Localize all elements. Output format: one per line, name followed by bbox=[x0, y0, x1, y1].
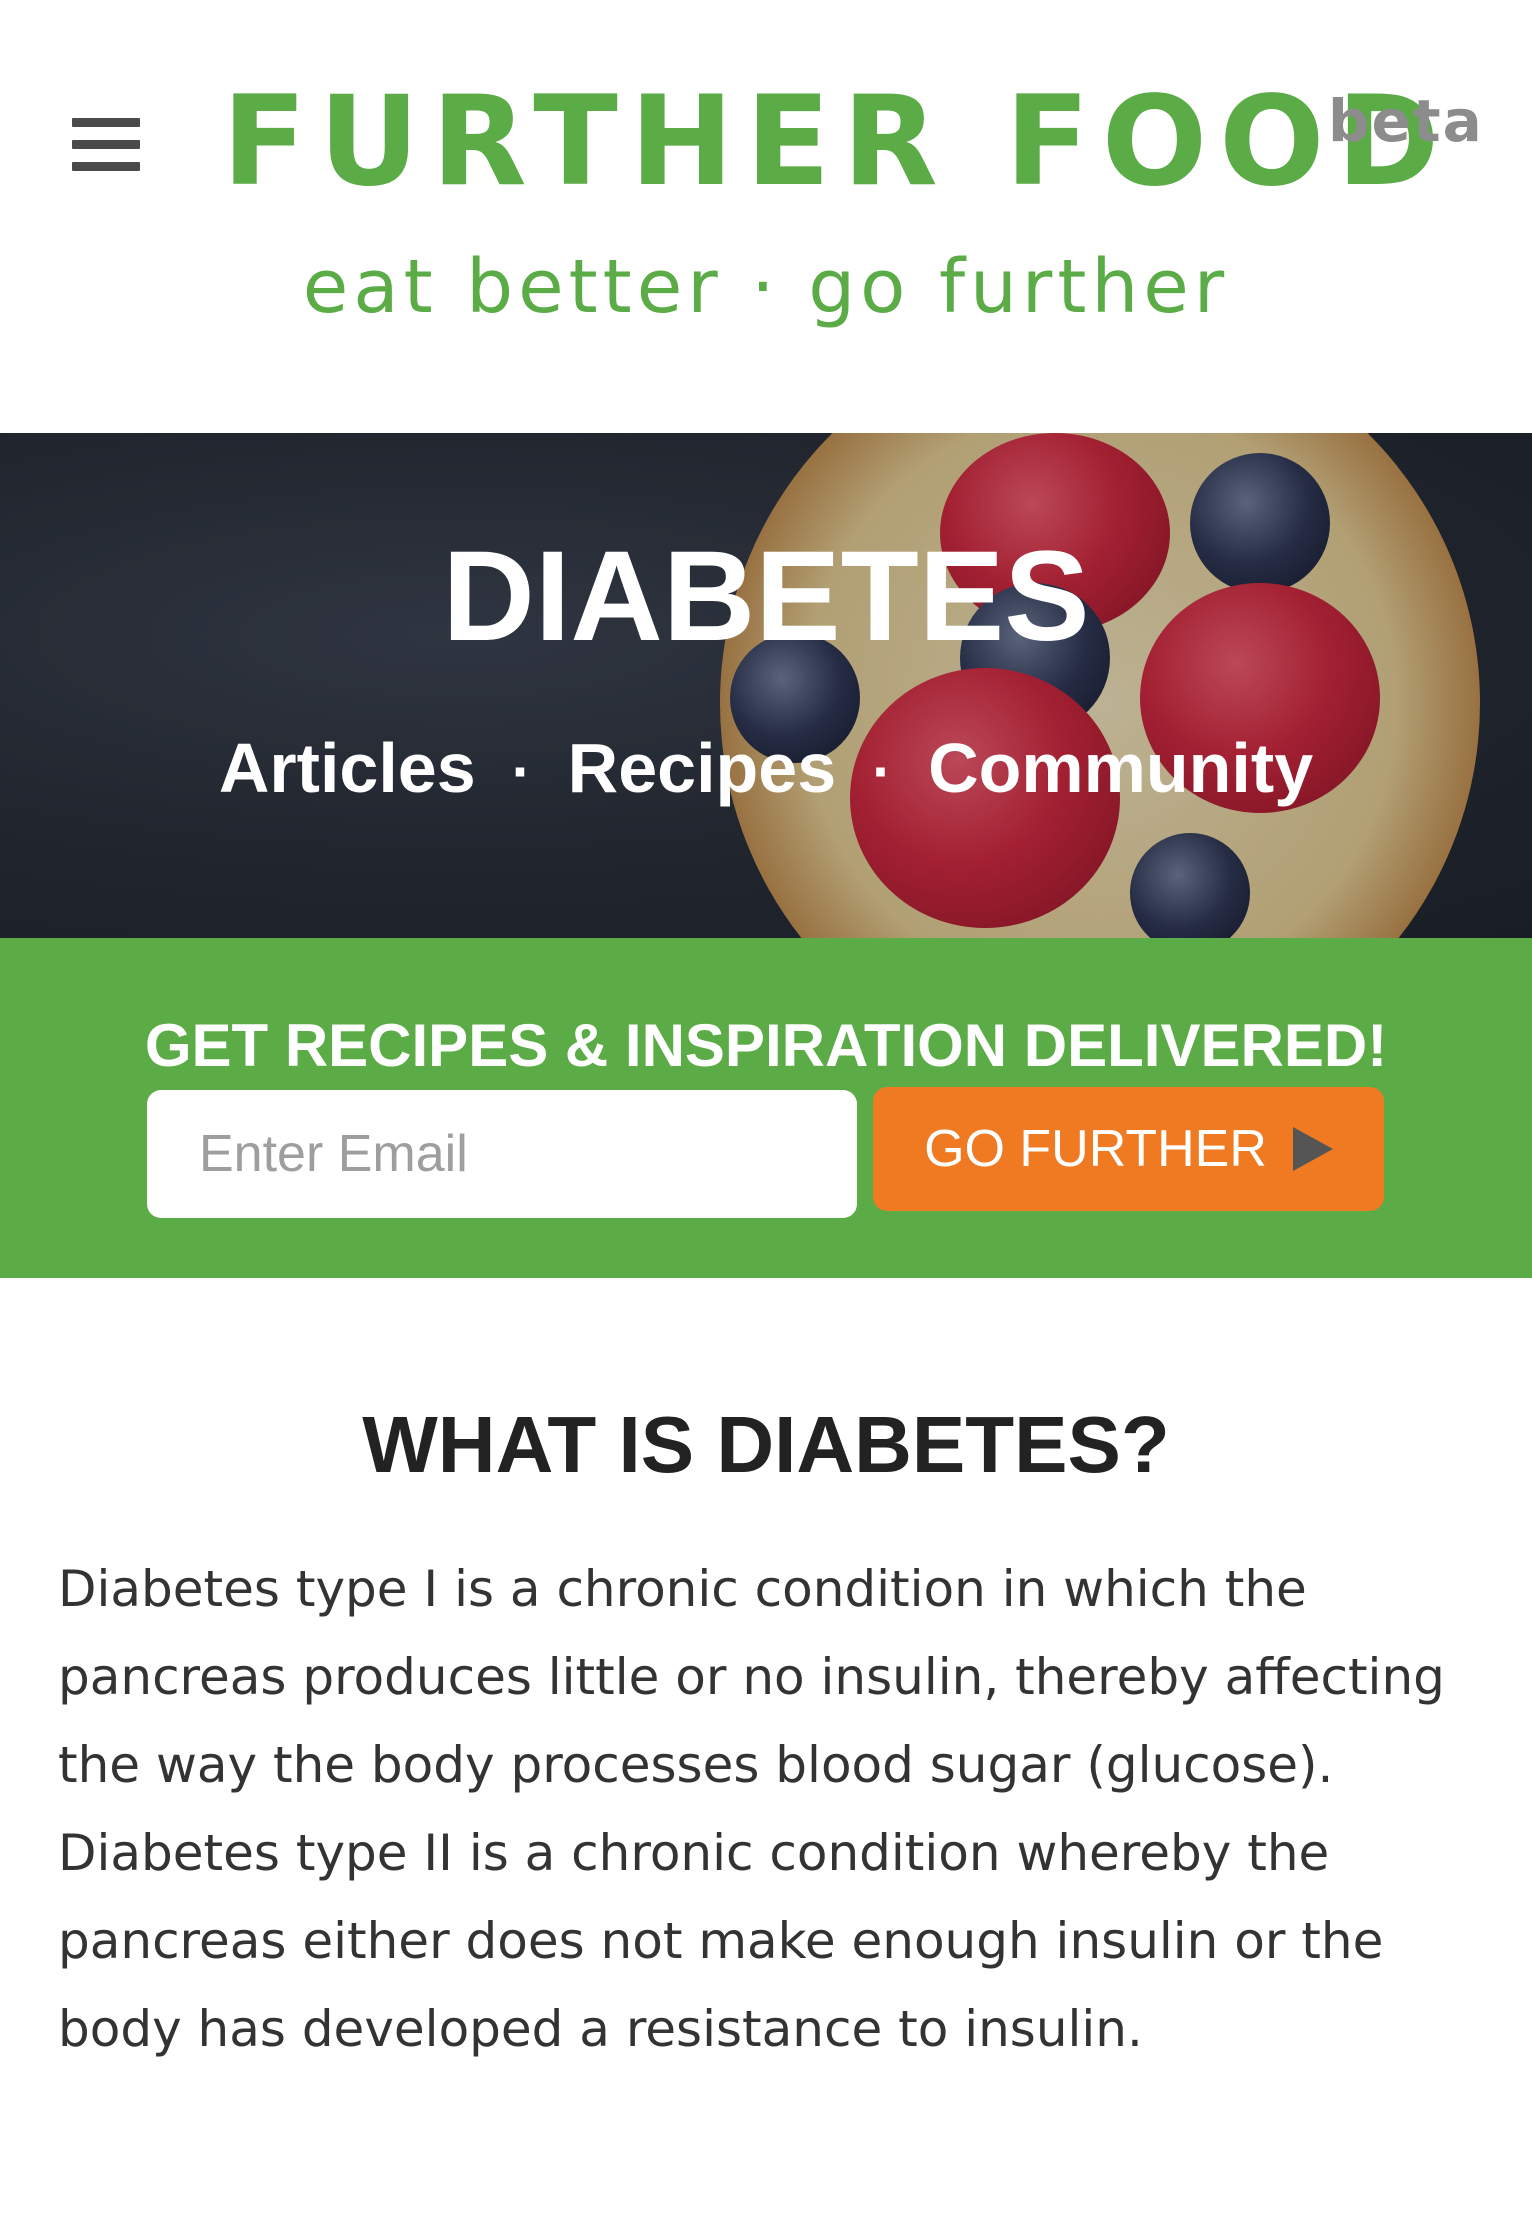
nav-recipes-link[interactable]: Recipes bbox=[568, 729, 836, 807]
hero-banner: DIABETES Articles · Recipes · Community bbox=[0, 433, 1532, 938]
play-arrow-icon bbox=[1292, 1127, 1333, 1171]
hero-overlay bbox=[0, 433, 1532, 938]
nav-community-link[interactable]: Community bbox=[928, 729, 1313, 807]
go-further-label: GO FURTHER bbox=[924, 1120, 1267, 1178]
nav-separator: · bbox=[872, 738, 893, 805]
hero-title: DIABETES bbox=[442, 525, 1090, 668]
section-heading: WHAT IS DIABETES? bbox=[362, 1400, 1170, 1489]
hero-nav: Articles · Recipes · Community bbox=[0, 733, 1532, 803]
nav-articles-link[interactable]: Articles bbox=[219, 729, 476, 807]
go-further-button[interactable]: GO FURTHER bbox=[873, 1087, 1384, 1211]
nav-separator: · bbox=[511, 738, 532, 805]
email-input[interactable] bbox=[147, 1090, 857, 1218]
section-body-text: Diabetes type I is a chronic condition i… bbox=[58, 1560, 1445, 2058]
signup-title: GET RECIPES & INSPIRATION DELIVERED! bbox=[144, 1012, 1388, 1079]
site-header: FURTHER FOOD beta eat better · go furthe… bbox=[0, 0, 1532, 433]
beta-badge: beta bbox=[1328, 87, 1484, 155]
newsletter-signup: GET RECIPES & INSPIRATION DELIVERED! GO … bbox=[0, 938, 1532, 1278]
site-logo[interactable]: FURTHER FOOD bbox=[222, 80, 1451, 204]
hamburger-menu-icon[interactable] bbox=[72, 118, 140, 174]
site-tagline: eat better · go further bbox=[302, 244, 1230, 330]
